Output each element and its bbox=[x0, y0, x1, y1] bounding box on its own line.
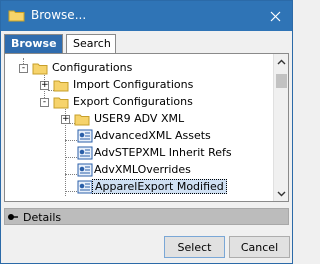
scroll-up-button[interactable] bbox=[274, 54, 289, 69]
expand-toggle[interactable]: + bbox=[61, 115, 70, 124]
title-bar: Browse... bbox=[1, 1, 292, 31]
tree-item-label: AdvancedXML Assets bbox=[94, 129, 211, 142]
expand-details-icon bbox=[8, 214, 18, 220]
tree-item-label: AdvSTEPXML Inherit Refs bbox=[94, 146, 232, 159]
scroll-thumb[interactable] bbox=[276, 74, 287, 88]
scroll-down-button[interactable] bbox=[274, 186, 289, 201]
details-toggle[interactable]: Details bbox=[4, 208, 289, 225]
tree-item-advstepxml-inherit-refs[interactable]: AdvSTEPXML Inherit Refs bbox=[5, 145, 275, 162]
tree-item-export-configurations[interactable]: - Export Configurations bbox=[5, 94, 275, 111]
browse-panel: - Configurations + Import Configurations… bbox=[4, 53, 289, 202]
folder-icon bbox=[53, 80, 69, 92]
export-config-icon bbox=[77, 129, 93, 143]
export-config-icon bbox=[77, 180, 93, 194]
expand-toggle[interactable]: + bbox=[40, 81, 49, 90]
window-title: Browse... bbox=[31, 8, 87, 22]
tree-item-label: ApparelExport Modified bbox=[92, 179, 227, 194]
browse-dialog: Browse... Browse Search - Configurations… bbox=[0, 0, 293, 264]
folder-icon bbox=[74, 114, 90, 126]
chevron-up-icon bbox=[277, 59, 286, 64]
tab-browse[interactable]: Browse bbox=[4, 34, 63, 53]
tree-item-label: USER9 ADV XML bbox=[94, 112, 185, 125]
collapse-toggle[interactable]: - bbox=[19, 64, 28, 73]
tree-scrollbar[interactable] bbox=[273, 54, 288, 201]
tree-item-advxmloverrides[interactable]: AdvXMLOverrides bbox=[5, 162, 275, 179]
tree-item-label: Import Configurations bbox=[73, 78, 194, 91]
close-icon bbox=[270, 11, 280, 21]
tree-item-configurations[interactable]: - Configurations bbox=[5, 60, 275, 77]
tree-item-label: Export Configurations bbox=[73, 95, 193, 108]
button-bar: Select Cancel bbox=[1, 226, 292, 263]
tree-item-apparelexport-modified[interactable]: ApparelExport Modified bbox=[5, 179, 275, 196]
folder-icon bbox=[32, 63, 48, 75]
chevron-down-icon bbox=[277, 191, 286, 196]
export-config-icon bbox=[77, 146, 93, 160]
details-label: Details bbox=[23, 211, 62, 224]
tree-item-user9-adv-xml[interactable]: + USER9 ADV XML bbox=[5, 111, 275, 128]
export-config-icon bbox=[77, 163, 93, 177]
tree-item-label: Configurations bbox=[52, 61, 133, 74]
select-button[interactable]: Select bbox=[164, 236, 225, 258]
cancel-button[interactable]: Cancel bbox=[229, 236, 290, 258]
close-button[interactable] bbox=[258, 1, 292, 31]
tree-item-import-configurations[interactable]: + Import Configurations bbox=[5, 77, 275, 94]
window-folder-icon bbox=[8, 10, 25, 22]
tree-item-label: AdvXMLOverrides bbox=[94, 163, 191, 176]
configuration-tree[interactable]: - Configurations + Import Configurations… bbox=[5, 58, 275, 200]
folder-icon bbox=[53, 97, 69, 109]
collapse-toggle[interactable]: - bbox=[40, 98, 49, 107]
tree-item-advancedxml-assets[interactable]: AdvancedXML Assets bbox=[5, 128, 275, 145]
tab-search[interactable]: Search bbox=[66, 34, 116, 53]
